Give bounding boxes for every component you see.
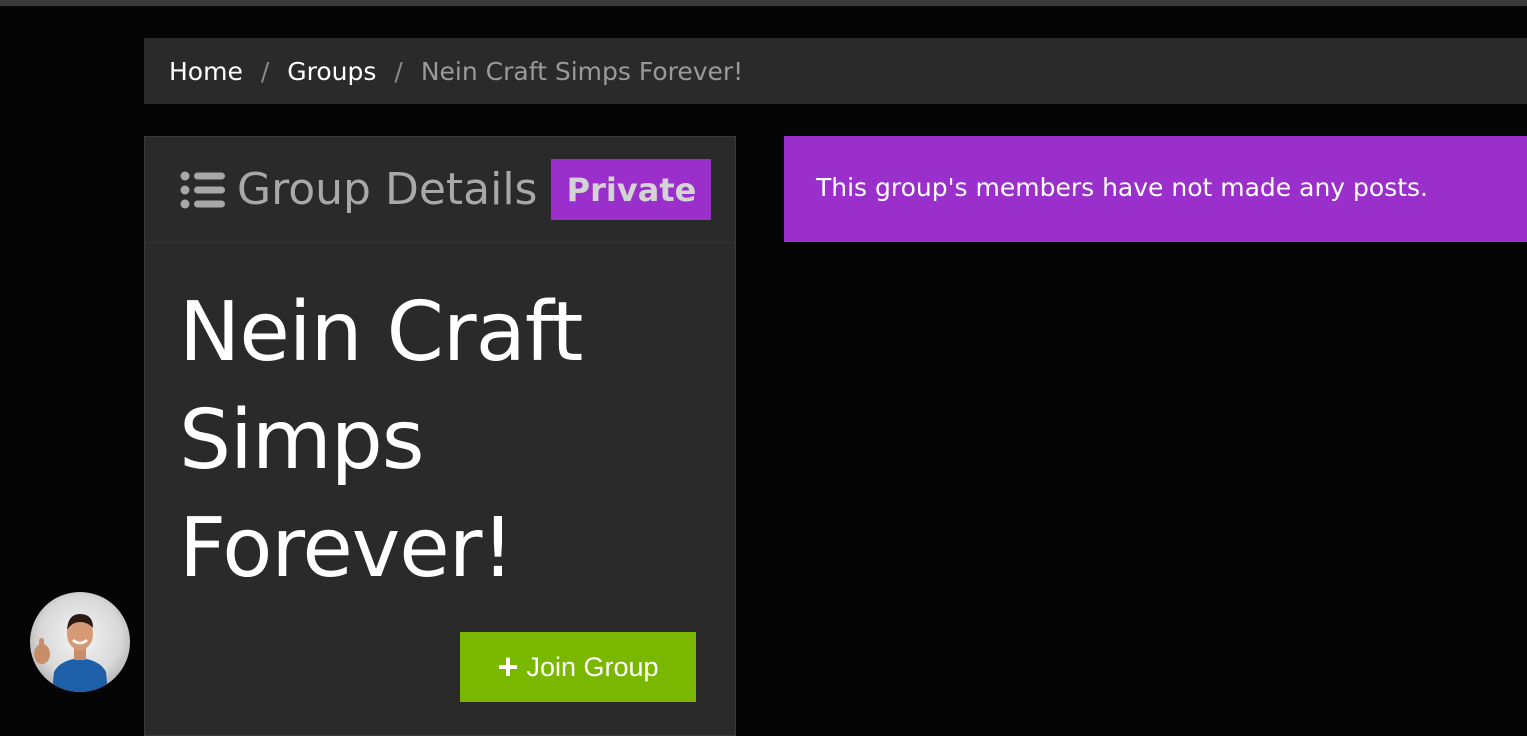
top-bar — [0, 0, 1527, 6]
no-posts-alert: This group's members have not made any p… — [784, 136, 1527, 242]
breadcrumb-separator: / — [260, 56, 270, 86]
breadcrumb-groups-link[interactable]: Groups — [287, 57, 376, 86]
card-title: Group Details — [237, 163, 538, 215]
private-badge: Private — [551, 159, 712, 220]
card-header: Group Details Private — [145, 137, 735, 243]
list-icon — [180, 171, 225, 208]
join-group-button[interactable]: + Join Group — [460, 632, 696, 702]
alert-message: This group's members have not made any p… — [816, 172, 1428, 202]
join-group-label: Join Group — [526, 651, 659, 682]
breadcrumb: Home / Groups / Nein Craft Simps Forever… — [144, 38, 1527, 104]
breadcrumb-current: Nein Craft Simps Forever! — [420, 56, 744, 86]
group-name: Nein Craft Simps Forever! — [179, 285, 583, 596]
breadcrumb-home-link[interactable]: Home — [169, 57, 243, 86]
user-avatar[interactable] — [30, 592, 130, 692]
user-avatar-icon — [34, 614, 108, 692]
group-details-card: Group Details Private Nein Craft Simps F… — [144, 136, 736, 736]
plus-icon: + — [497, 646, 519, 687]
breadcrumb-separator: / — [394, 56, 403, 86]
